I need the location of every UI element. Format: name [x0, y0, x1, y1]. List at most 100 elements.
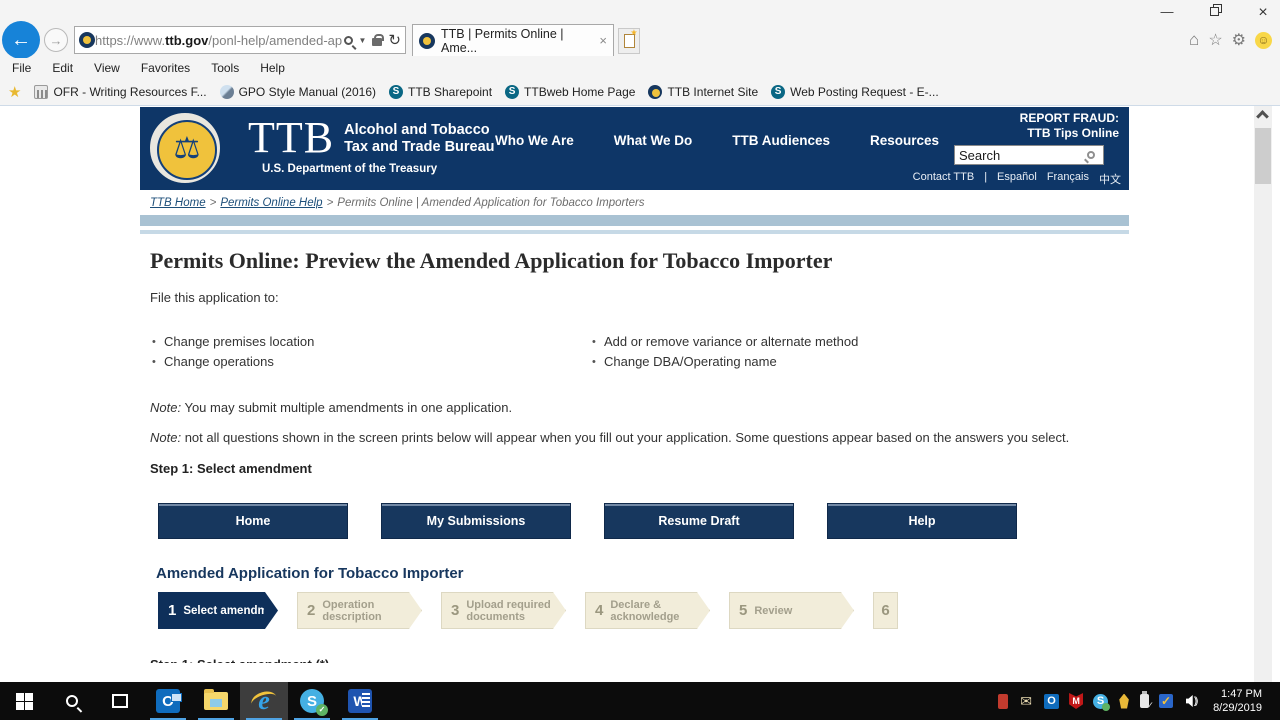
restore-button[interactable]	[1204, 4, 1226, 22]
tray-outlook-icon[interactable]: O	[1044, 693, 1060, 709]
tray-mcafee-shield-icon[interactable]: M	[1069, 693, 1084, 709]
add-favorite-icon[interactable]: ★	[8, 83, 21, 101]
browser-tab[interactable]: TTB | Permits Online | Ame... ×	[412, 24, 614, 56]
favorites-star-icon[interactable]: ☆	[1208, 30, 1222, 50]
nav-resources[interactable]: Resources	[870, 133, 939, 148]
gear-icon[interactable]: ⚙	[1232, 30, 1246, 50]
home-icon[interactable]: ⌂	[1189, 30, 1199, 50]
clock-date: 8/29/2019	[1213, 702, 1262, 714]
new-tab-button[interactable]	[618, 28, 640, 54]
link-chinese[interactable]: 中文	[1099, 171, 1121, 187]
chevron-down-icon[interactable]: ▼	[359, 36, 367, 45]
taskbar-skype[interactable]: S	[288, 682, 336, 720]
progress-steps: 1Select amendment 2Operation description…	[158, 592, 1129, 629]
task-view-button[interactable]	[96, 682, 144, 720]
lock-icon[interactable]	[372, 34, 385, 46]
sharepoint-icon: S	[771, 84, 786, 99]
address-bar[interactable]: https://www.ttb.gov/ponl-help/amended-ap…	[74, 26, 406, 54]
resume-draft-button[interactable]: Resume Draft	[604, 503, 794, 539]
sharepoint-icon: S	[505, 84, 520, 99]
screen: ← → https://www.ttb.gov/ponl-help/amende…	[0, 0, 1280, 720]
menu-tools[interactable]: Tools	[211, 61, 239, 75]
menu-bar: File Edit View Favorites Tools Help	[0, 58, 1280, 78]
site-search	[954, 145, 1104, 165]
ttb-icon	[648, 84, 663, 99]
nav-ttb-audiences[interactable]: TTB Audiences	[732, 133, 830, 148]
browser-chrome: ← → https://www.ttb.gov/ponl-help/amende…	[0, 0, 1280, 106]
back-button[interactable]: ←	[2, 21, 40, 59]
bank-icon	[34, 84, 49, 99]
taskbar: O e S W ✉ O M S )) 1:47 PM 8/29/2019	[0, 682, 1280, 720]
tab-close-icon[interactable]: ×	[599, 33, 607, 48]
brand-acronym: TTB	[248, 113, 335, 162]
nav-what-we-do[interactable]: What We Do	[614, 133, 693, 148]
close-button[interactable]: ×	[1252, 4, 1274, 22]
taskbar-word[interactable]: W	[336, 682, 384, 720]
tray-red-device-icon[interactable]	[998, 693, 1009, 709]
bullet-list-right: Add or remove variance or alternate meth…	[590, 332, 1030, 372]
link-contact-ttb[interactable]: Contact TTB	[913, 171, 975, 187]
site-nav: Who We Are What We Do TTB Audiences Reso…	[495, 133, 939, 148]
minimize-button[interactable]: —	[1156, 4, 1178, 22]
taskbar-search-button[interactable]	[48, 682, 96, 720]
link-francais[interactable]: Français	[1047, 171, 1089, 187]
favorite-web-posting[interactable]: S Web Posting Request - E-...	[771, 84, 939, 99]
search-icon[interactable]	[343, 35, 353, 45]
menu-file[interactable]: File	[12, 61, 31, 75]
step-1-select-amendment: 1Select amendment	[158, 592, 278, 629]
scrollbar-thumb[interactable]	[1255, 128, 1271, 184]
search-magnifier-icon[interactable]	[1087, 151, 1095, 159]
vertical-scrollbar[interactable]	[1254, 106, 1272, 682]
scrollbar-up-arrow-icon[interactable]	[1256, 110, 1269, 123]
url-text[interactable]: https://www.ttb.gov/ponl-help/amended-ap	[95, 33, 344, 48]
favorite-ttb-sharepoint[interactable]: S TTB Sharepoint	[389, 84, 492, 99]
tray-checkmark-icon[interactable]	[1159, 694, 1174, 708]
volume-icon[interactable]: ))	[1183, 693, 1199, 709]
nav-who-we-are[interactable]: Who We Are	[495, 133, 574, 148]
menu-edit[interactable]: Edit	[52, 61, 73, 75]
taskbar-internet-explorer[interactable]: e	[240, 682, 288, 720]
window-controls: — ×	[1156, 4, 1274, 22]
utility-separator: |	[984, 171, 988, 183]
tray-usb-icon[interactable]	[1140, 691, 1154, 711]
breadcrumb: TTB Home > Permits Online Help > Permits Onl…	[150, 197, 645, 209]
ttb-site: TTB Alcohol and TobaccoTax and Trade Bur…	[140, 107, 1129, 663]
step-5-review: 5 Review	[729, 592, 854, 629]
forward-button[interactable]: →	[44, 28, 68, 52]
tray-skype-icon[interactable]: S	[1093, 693, 1111, 711]
tray-mail-icon[interactable]: ✉	[1018, 693, 1034, 709]
brand-department: U.S. Department of the Treasury	[262, 163, 438, 175]
my-submissions-button[interactable]: My Submissions	[381, 503, 571, 539]
favorites-bar: ★ OFR - Writing Resources F... GPO Style…	[0, 78, 1280, 105]
favorite-gpo[interactable]: GPO Style Manual (2016)	[219, 84, 376, 99]
taskbar-outlook[interactable]: O	[144, 682, 192, 720]
favorite-ttb-internet[interactable]: TTB Internet Site	[648, 84, 758, 99]
site-search-input[interactable]	[955, 147, 1087, 163]
search-icon	[66, 695, 78, 707]
menu-help[interactable]: Help	[260, 61, 285, 75]
taskbar-file-explorer[interactable]	[192, 682, 240, 720]
favorite-ttbweb[interactable]: S TTBweb Home Page	[505, 84, 635, 99]
taskbar-clock[interactable]: 1:47 PM 8/29/2019	[1209, 687, 1272, 715]
list-item: Add or remove variance or alternate meth…	[590, 332, 1030, 352]
refresh-icon[interactable]: ↻	[388, 31, 401, 49]
note-1: Note: You may submit multiple amendments…	[150, 400, 513, 415]
breadcrumb-permits-online-help[interactable]: Permits Online Help	[220, 197, 322, 209]
breadcrumb-ttb-home[interactable]: TTB Home	[150, 197, 206, 209]
home-button[interactable]: Home	[158, 503, 348, 539]
help-button[interactable]: Help	[827, 503, 1017, 539]
site-favicon	[79, 32, 95, 48]
tray-flame-icon[interactable]	[1119, 693, 1129, 709]
menu-favorites[interactable]: Favorites	[141, 61, 190, 75]
report-fraud[interactable]: REPORT FRAUD: TTB Tips Online	[1020, 111, 1119, 141]
file-explorer-icon	[204, 689, 228, 710]
menu-view[interactable]: View	[94, 61, 120, 75]
clock-time: 1:47 PM	[1221, 688, 1262, 700]
ttb-seal-logo[interactable]	[148, 111, 224, 185]
start-button[interactable]	[0, 682, 48, 720]
brand[interactable]: TTB Alcohol and Tobacco Tax and Trade Bur…	[248, 115, 495, 161]
feedback-smiley-icon[interactable]: ☺	[1255, 31, 1272, 49]
favorite-ofr[interactable]: OFR - Writing Resources F...	[34, 84, 207, 99]
step-4-declare-acknowledge: 4 Declare & acknowledge	[585, 592, 710, 629]
link-espanol[interactable]: Español	[997, 171, 1037, 187]
